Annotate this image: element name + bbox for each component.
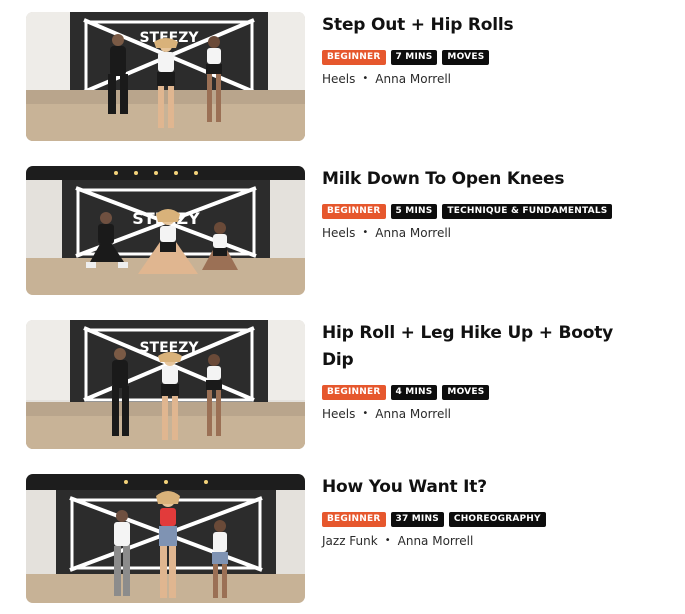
class-thumbnail[interactable]: STEEZY [26,12,305,141]
meta-separator: • [384,535,391,546]
thumbnail-image: STEEZY [26,320,305,449]
style-label: Heels [322,407,356,421]
class-meta: Heels • Anna Morrell [322,225,622,241]
thumbnail-image: STEEZY [26,166,305,295]
class-info: How You Want It? BEGINNER 37 MINS CHOREO… [322,474,622,549]
class-meta: Heels • Anna Morrell [322,406,622,422]
instructor-name: Anna Morrell [397,534,474,548]
instructor-name: Anna Morrell [375,72,452,86]
tag-list: BEGINNER 5 MINS TECHNIQUE & FUNDAMENTALS [322,204,622,219]
duration-badge: 7 MINS [390,50,438,65]
class-info: Step Out + Hip Rolls BEGINNER 7 MINS MOV… [322,12,622,87]
class-card[interactable]: STEEZY [26,166,666,297]
class-list: STEEZY Step Out + Hip Rolls BEGINNER 7 M… [0,0,685,614]
level-badge: BEGINNER [322,50,386,65]
duration-badge: 5 MINS [390,204,438,219]
style-label: Heels [322,226,356,240]
class-info: Milk Down To Open Knees BEGINNER 5 MINS … [322,166,622,241]
level-badge: BEGINNER [322,385,386,400]
tag-list: BEGINNER 4 MINS MOVES [322,385,622,400]
tag-list: BEGINNER 37 MINS CHOREOGRAPHY [322,512,622,527]
instructor-name: Anna Morrell [375,226,452,240]
class-card[interactable]: STEEZY [26,320,666,451]
class-thumbnail[interactable]: STEEZY [26,166,305,295]
category-badge: TECHNIQUE & FUNDAMENTALS [442,204,613,219]
class-title[interactable]: Milk Down To Open Knees [322,166,622,193]
level-badge: BEGINNER [322,204,386,219]
category-badge: MOVES [442,50,490,65]
class-meta: Jazz Funk • Anna Morrell [322,533,622,549]
class-title[interactable]: How You Want It? [322,474,622,501]
duration-badge: 4 MINS [390,385,438,400]
class-thumbnail[interactable]: STEEZY [26,320,305,449]
class-title[interactable]: Step Out + Hip Rolls [322,12,622,39]
meta-separator: • [362,227,369,238]
thumbnail-image: STEEZY [26,12,305,141]
class-info: Hip Roll + Leg Hike Up + Booty Dip BEGIN… [322,320,622,422]
instructor-name: Anna Morrell [375,407,452,421]
class-meta: Heels • Anna Morrell [322,71,622,87]
thumbnail-image [26,474,305,603]
category-badge: MOVES [442,385,490,400]
class-title[interactable]: Hip Roll + Leg Hike Up + Booty Dip [322,320,622,374]
category-badge: CHOREOGRAPHY [448,512,546,527]
tag-list: BEGINNER 7 MINS MOVES [322,50,622,65]
class-card[interactable]: STEEZY [26,12,666,143]
meta-separator: • [362,408,369,419]
meta-separator: • [362,73,369,84]
style-label: Jazz Funk [322,534,378,548]
class-card[interactable]: How You Want It? BEGINNER 37 MINS CHOREO… [26,474,666,605]
level-badge: BEGINNER [322,512,386,527]
class-thumbnail[interactable] [26,474,305,603]
style-label: Heels [322,72,356,86]
duration-badge: 37 MINS [390,512,444,527]
